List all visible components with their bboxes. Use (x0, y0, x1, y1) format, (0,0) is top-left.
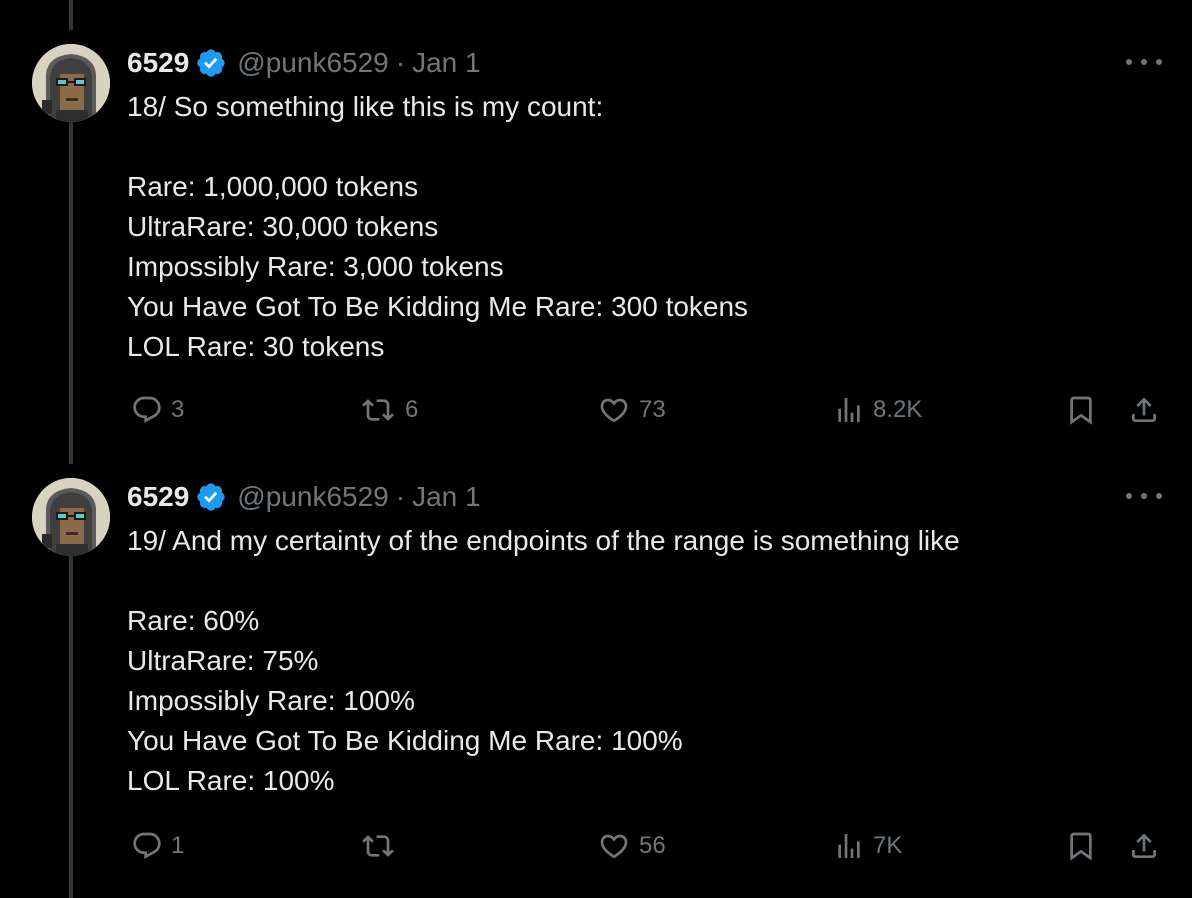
avatar[interactable] (32, 478, 110, 556)
bookmark-button[interactable] (1065, 394, 1097, 426)
heart-icon (597, 394, 631, 426)
repost-count: 6 (405, 396, 419, 423)
views-count: 8.2K (873, 396, 923, 423)
like-button[interactable]: 56 (597, 830, 666, 862)
verified-badge-icon (195, 47, 227, 79)
views-button[interactable]: 8.2K (833, 394, 922, 426)
views-chart-icon (833, 394, 865, 426)
views-count: 7K (873, 832, 903, 859)
verified-badge-icon (195, 481, 227, 513)
like-count: 56 (639, 832, 666, 859)
views-button[interactable]: 7K (833, 830, 902, 862)
repost-button[interactable]: 6 (359, 394, 418, 426)
tweet[interactable]: 6529 @punk6529 · Jan 1 19/ And my certai… (0, 440, 1192, 898)
author-handle[interactable]: @punk6529 (237, 481, 388, 513)
reply-count: 3 (171, 396, 185, 423)
tweet-header: 6529 @punk6529 · Jan 1 (127, 45, 481, 81)
bookmark-icon (1065, 394, 1097, 426)
like-count: 73 (639, 396, 666, 423)
reply-button[interactable]: 1 (131, 830, 184, 862)
more-dots-icon[interactable] (1126, 52, 1162, 72)
avatar[interactable] (32, 44, 110, 122)
tweet-header: 6529 @punk6529 · Jan 1 (127, 479, 481, 515)
bookmark-button[interactable] (1065, 830, 1097, 862)
tweet-date[interactable]: Jan 1 (412, 481, 481, 513)
heart-icon (597, 830, 631, 862)
share-button[interactable] (1127, 394, 1161, 426)
repost-icon (359, 830, 397, 862)
repost-button[interactable] (359, 830, 405, 862)
repost-icon (359, 394, 397, 426)
reply-button[interactable]: 3 (131, 394, 184, 426)
views-chart-icon (833, 830, 865, 862)
tweet-date[interactable]: Jan 1 (412, 47, 481, 79)
author-handle[interactable]: @punk6529 (237, 47, 388, 79)
reply-icon (131, 394, 163, 426)
like-button[interactable]: 73 (597, 394, 666, 426)
separator-dot: · (395, 47, 406, 78)
reply-icon (131, 830, 163, 862)
separator-dot: · (395, 481, 406, 512)
tweet-text: 18/ So something like this is my count: … (127, 91, 749, 362)
share-icon (1127, 830, 1161, 862)
author-name[interactable]: 6529 (127, 47, 189, 79)
reply-count: 1 (171, 832, 185, 859)
share-button[interactable] (1127, 830, 1161, 862)
more-dots-icon[interactable] (1126, 486, 1162, 506)
share-icon (1127, 394, 1161, 426)
tweet-text: 19/ And my certainty of the endpoints of… (127, 525, 960, 796)
author-name[interactable]: 6529 (127, 481, 189, 513)
tweet[interactable]: 6529 @punk6529 · Jan 1 18/ So something … (0, 0, 1192, 440)
bookmark-icon (1065, 830, 1097, 862)
